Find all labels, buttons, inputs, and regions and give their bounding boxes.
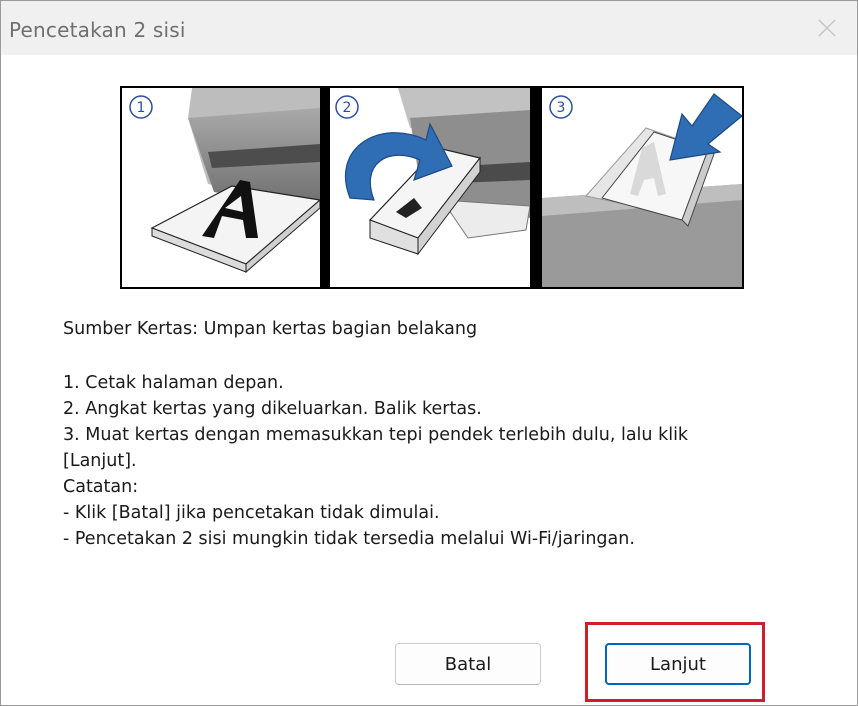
step-2-panel: 2 — [330, 88, 530, 287]
title-bar: Pencetakan 2 sisi — [1, 1, 857, 55]
svg-text:2: 2 — [343, 100, 352, 116]
note-line-1: - Klik [Batal] jika pencetakan tidak dim… — [63, 503, 440, 523]
instruction-line-1: 1. Cetak halaman depan. — [63, 373, 284, 393]
close-icon — [818, 19, 836, 37]
step-3-panel: 3 — [542, 88, 742, 287]
close-button[interactable] — [797, 1, 857, 55]
step-1-panel: 1 — [122, 88, 320, 287]
step-number-1: 1 — [129, 95, 153, 119]
next-button-highlight — [585, 622, 765, 702]
notes-heading: Catatan: — [63, 477, 139, 497]
svg-text:1: 1 — [137, 100, 146, 116]
two-sided-printing-dialog: Pencetakan 2 sisi 1 2 3 Sumber Kertas: U… — [0, 0, 858, 706]
insert-arrow-icon — [669, 93, 742, 161]
instruction-line-3-cont: [Lanjut]. — [63, 451, 137, 471]
instruction-line-3: 3. Muat kertas dengan memasukkan tepi pe… — [63, 425, 689, 445]
note-line-2: - Pencetakan 2 sisi mungkin tidak tersed… — [63, 529, 635, 549]
paper-source-text: Sumber Kertas: Umpan kertas bagian belak… — [63, 319, 478, 339]
instruction-line-2: 2. Angkat kertas yang dikeluarkan. Balik… — [63, 399, 482, 419]
cancel-button[interactable]: Batal — [395, 643, 541, 685]
step-number-3: 3 — [549, 95, 573, 119]
step-number-2: 2 — [335, 95, 359, 119]
window-title: Pencetakan 2 sisi — [9, 18, 186, 42]
instruction-illustration: 1 2 3 — [120, 86, 744, 289]
svg-text:3: 3 — [557, 100, 566, 116]
